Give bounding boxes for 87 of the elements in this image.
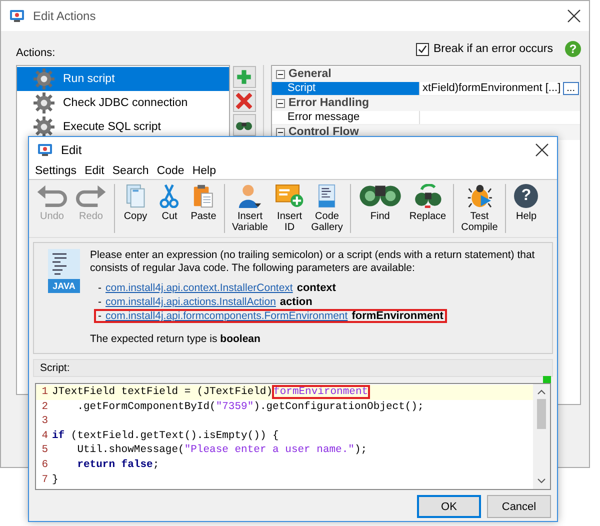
check-icon <box>418 44 428 54</box>
toolbar-button[interactable]: Paste <box>187 182 220 235</box>
return-type-text: The expected return type is boolean <box>90 333 262 345</box>
menu-item[interactable]: Help <box>188 164 220 178</box>
code-editor[interactable] <box>35 383 551 490</box>
undo-icon <box>36 184 68 208</box>
toolbar-button[interactable]: Cut <box>153 182 186 235</box>
browse-button[interactable]: ... <box>562 82 579 95</box>
parameter-name: formEnvironment <box>352 311 444 321</box>
cross-icon <box>236 93 252 109</box>
collapse-icon[interactable] <box>276 98 284 108</box>
scissors-icon <box>159 184 180 208</box>
menu-item[interactable]: Edit <box>80 164 108 178</box>
window-title: Edit Actions <box>33 9 97 23</box>
list-dash: - <box>98 297 102 307</box>
binoculars-icon <box>358 184 402 208</box>
section-label: Actions: <box>16 47 56 59</box>
line-number: 4 <box>40 428 49 444</box>
class-link[interactable]: com.install4j.api.formcomponents.FormEnvironment <box>106 311 348 321</box>
code-line: .getFormComponentById("7359").getConfigurationObject(); <box>76 400 424 414</box>
plus-button[interactable] <box>232 66 256 88</box>
plus-icon <box>236 69 252 85</box>
cross-button[interactable] <box>232 90 256 112</box>
gear-icon <box>33 92 55 114</box>
app-icon <box>9 9 25 23</box>
category-label: Control Flow <box>288 126 359 138</box>
text-lines-icon <box>52 253 67 275</box>
class-link[interactable]: com.install4j.api.context.InstallerContext <box>106 283 293 293</box>
property-value: xtField)formEnvironment [...] <box>422 82 561 94</box>
app-icon <box>37 143 53 157</box>
menu-item[interactable]: Settings <box>31 164 81 178</box>
code-line: JTextField textField = (JTextField)formEnvironment <box>52 385 370 400</box>
description-text: Please enter an expression (no trailing semicolon) or a script (ends with a return statement) that consists of regular Java code. The following parameters are available: <box>90 249 536 275</box>
status-marker <box>543 376 551 383</box>
binoculars-arrows-icon <box>414 184 442 208</box>
line-number: 6 <box>40 458 49 473</box>
bug-icon <box>466 184 492 208</box>
code-line: Util.showMessage("Please enter a user name."); <box>76 443 368 458</box>
person-icon <box>238 184 262 208</box>
close-icon <box>535 143 549 157</box>
toolbar-button[interactable]: ? Help <box>510 182 543 235</box>
line-number: 1 <box>40 385 49 400</box>
category-label: Error Handling <box>288 97 370 110</box>
toolbar-button[interactable]: Find <box>354 182 406 235</box>
toolbar-button[interactable]: Insert Variable <box>229 182 271 235</box>
checkbox-label: Break if an error occurs <box>433 43 553 55</box>
clipboard-icon <box>193 184 214 208</box>
collapse-icon[interactable] <box>276 128 284 137</box>
line-number: 3 <box>40 414 49 429</box>
redo-icon <box>75 184 107 208</box>
code-line: return false; <box>76 458 160 473</box>
section-label: Script: <box>33 359 553 377</box>
code-line: } <box>52 472 58 488</box>
code-document-icon <box>318 184 336 208</box>
checkbox[interactable] <box>416 42 430 56</box>
toolbar-button[interactable]: Replace <box>406 182 450 235</box>
dialog-button[interactable]: OK <box>417 495 481 518</box>
binoculars-button[interactable] <box>232 114 256 136</box>
line-number: 5 <box>40 443 49 458</box>
dialog-button[interactable]: Cancel <box>487 495 551 518</box>
menu-item[interactable]: Code <box>152 164 188 178</box>
toolbar-button[interactable]: Test Compile <box>458 182 501 235</box>
action-item[interactable]: Run script <box>17 67 229 91</box>
menu-item[interactable]: Search <box>108 164 153 178</box>
toolbar-button[interactable]: Code Gallery <box>308 182 346 235</box>
class-link[interactable]: com.install4j.api.actions.InstallAction <box>106 297 276 307</box>
help-icon: ? <box>514 184 538 208</box>
card-plus-icon <box>274 184 304 208</box>
list-dash: - <box>98 311 102 321</box>
toolbar-button[interactable]: Insert ID <box>272 182 308 235</box>
action-item[interactable]: Check JDBC connection <box>17 91 229 115</box>
toolbar-button[interactable]: Copy <box>119 182 152 235</box>
document-icon <box>126 184 146 208</box>
parameter-name: context <box>296 283 336 293</box>
line-number: 7 <box>40 472 49 488</box>
gear-icon <box>33 68 55 90</box>
parameter-name: action <box>280 297 312 307</box>
dialog-title: Edit <box>61 143 83 157</box>
collapse-icon[interactable] <box>276 70 284 79</box>
close-icon <box>567 9 581 23</box>
icon-label: JAVA <box>48 279 80 293</box>
category-label: General <box>288 68 332 80</box>
property-name[interactable]: Script <box>272 82 418 95</box>
property-name[interactable]: Error message <box>272 110 418 124</box>
code-line: if (textField.getText().isEmpty()) { <box>52 428 279 444</box>
line-number: 2 <box>40 400 49 414</box>
list-dash: - <box>98 283 102 293</box>
